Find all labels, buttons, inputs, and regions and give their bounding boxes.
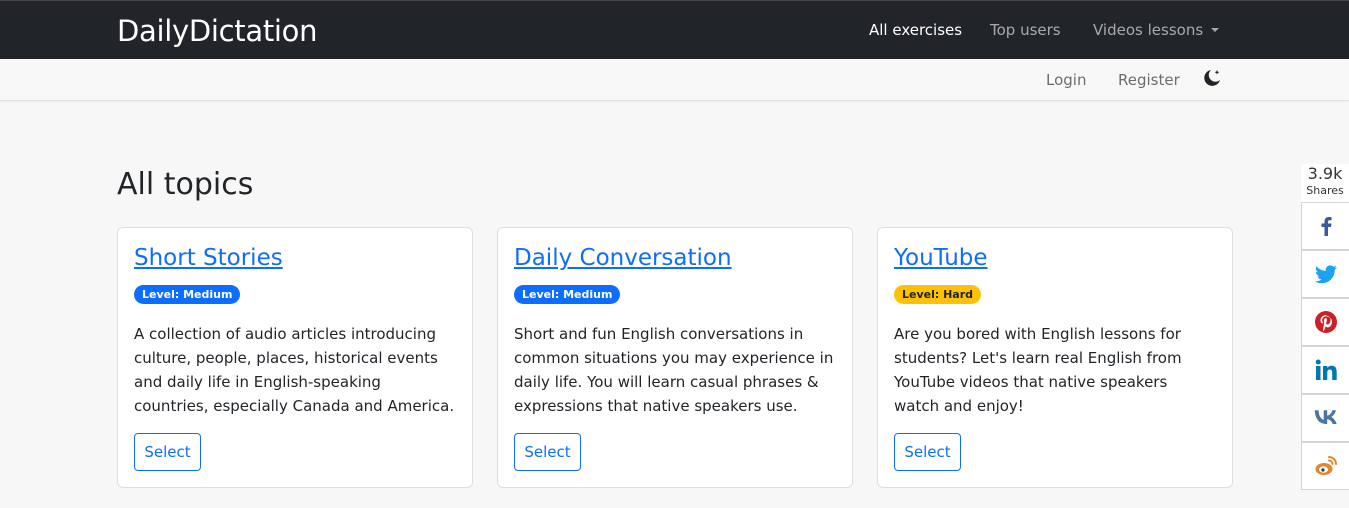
topic-card-youtube: YouTube Level: Hard Are you bored with E… <box>877 227 1233 488</box>
facebook-icon <box>1321 217 1332 236</box>
nav-videos-lessons-label: Videos lessons <box>1093 21 1204 39</box>
page-title: All topics <box>117 167 254 202</box>
login-link[interactable]: Login <box>1046 71 1086 89</box>
brand-logo[interactable]: DailyDictation <box>117 14 318 48</box>
card-description: Are you bored with English lessons for s… <box>894 325 1182 415</box>
share-count-number: 3.9k <box>1307 164 1343 183</box>
select-button[interactable]: Select <box>134 433 201 471</box>
nav-top-users[interactable]: Top users <box>990 21 1061 39</box>
card-title-link[interactable]: YouTube <box>894 245 988 271</box>
share-linkedin-button[interactable] <box>1301 346 1349 394</box>
card-title-link[interactable]: Daily Conversation <box>514 245 732 271</box>
card-title-link[interactable]: Short Stories <box>134 245 283 271</box>
level-badge: Level: Medium <box>514 285 621 304</box>
share-pinterest-button[interactable] <box>1301 298 1349 346</box>
select-button[interactable]: Select <box>514 433 581 471</box>
share-weibo-button[interactable] <box>1301 442 1349 490</box>
card-description: Short and fun English conversations in c… <box>514 325 834 415</box>
topic-card-short-stories: Short Stories Level: Medium A collection… <box>117 227 473 488</box>
vk-icon <box>1314 410 1337 424</box>
level-badge: Level: Hard <box>894 285 982 304</box>
secondary-navbar: Login Register <box>0 59 1349 101</box>
linkedin-icon <box>1315 359 1337 380</box>
share-facebook-button[interactable] <box>1301 202 1349 250</box>
moon-icon[interactable] <box>1202 68 1222 88</box>
register-link[interactable]: Register <box>1118 71 1180 89</box>
pinterest-icon <box>1314 311 1337 333</box>
select-button[interactable]: Select <box>894 433 961 471</box>
nav-videos-lessons[interactable]: Videos lessons <box>1093 21 1220 39</box>
topic-card-daily-conversation: Daily Conversation Level: Medium Short a… <box>497 227 853 488</box>
caret-down-icon <box>1211 28 1220 32</box>
share-vk-button[interactable] <box>1301 394 1349 442</box>
weibo-icon <box>1315 456 1337 475</box>
nav-all-exercises[interactable]: All exercises <box>869 21 962 39</box>
share-count: 3.9k Shares <box>1301 164 1349 202</box>
share-twitter-button[interactable] <box>1301 250 1349 298</box>
card-description: A collection of audio articles introduci… <box>134 325 455 415</box>
twitter-icon <box>1314 265 1337 284</box>
top-navbar: DailyDictation All exercises Top users V… <box>0 0 1349 59</box>
share-count-label: Shares <box>1306 184 1344 197</box>
level-badge: Level: Medium <box>134 285 241 304</box>
